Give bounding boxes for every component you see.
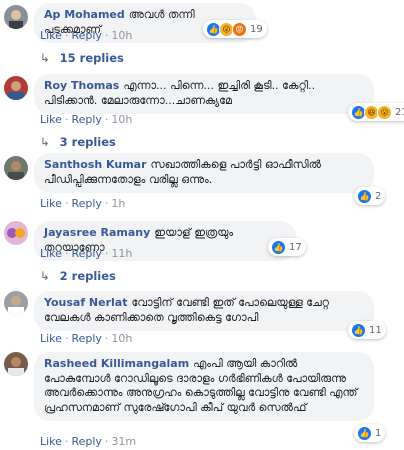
view-replies-link[interactable]: ↳ 3 replies bbox=[40, 135, 116, 149]
like-link[interactable]: Like bbox=[40, 435, 62, 448]
like-link[interactable]: Like bbox=[40, 247, 62, 260]
reply-link[interactable]: Reply bbox=[71, 435, 101, 448]
comment-bubble: Yousaf Nerlat വോട്ടിന് വേണ്ടി ഇത് പോലെയുള… bbox=[34, 291, 374, 331]
reaction-count: 17 bbox=[289, 241, 302, 253]
separator: · bbox=[104, 29, 109, 42]
like-reaction-icon: 👍 bbox=[357, 425, 372, 441]
separator: · bbox=[104, 435, 109, 448]
comment-actions: Like · Reply · 10h bbox=[40, 113, 132, 126]
comment-timestamp[interactable]: 1h bbox=[111, 197, 125, 210]
avatar[interactable] bbox=[4, 221, 28, 245]
separator: · bbox=[104, 197, 109, 210]
separator: · bbox=[104, 247, 109, 260]
separator: · bbox=[64, 197, 69, 210]
reaction-summary[interactable]: 👍 2 bbox=[354, 187, 386, 205]
replies-count: 3 replies bbox=[59, 135, 116, 149]
reaction-count: 21 bbox=[395, 106, 404, 118]
separator: · bbox=[64, 29, 69, 42]
angry-reaction-icon: 😡 bbox=[232, 21, 247, 37]
reply-link[interactable]: Reply bbox=[71, 113, 101, 126]
comment-timestamp[interactable]: 11h bbox=[111, 247, 132, 260]
comment-actions: Like · Reply · 10h bbox=[40, 332, 132, 345]
view-replies-link[interactable]: ↳ 15 replies bbox=[40, 51, 124, 65]
comment-author[interactable]: Jayasree Ramany bbox=[44, 226, 150, 239]
like-link[interactable]: Like bbox=[40, 197, 62, 210]
comment-timestamp[interactable]: 10h bbox=[111, 113, 132, 126]
separator: · bbox=[64, 113, 69, 126]
reply-arrow-icon: ↳ bbox=[40, 269, 50, 283]
view-replies-link[interactable]: ↳ 2 replies bbox=[40, 269, 116, 283]
reaction-summary[interactable]: 👍 1 bbox=[354, 424, 386, 442]
separator: · bbox=[104, 113, 109, 126]
reaction-count: 11 bbox=[369, 324, 382, 336]
separator: · bbox=[104, 332, 109, 345]
separator: · bbox=[64, 332, 69, 345]
reaction-summary[interactable]: 👍 😮 😡 19 bbox=[203, 20, 267, 38]
replies-count: 2 replies bbox=[59, 269, 116, 283]
comment-timestamp[interactable]: 10h bbox=[111, 332, 132, 345]
avatar[interactable] bbox=[4, 291, 28, 315]
reply-arrow-icon: ↳ bbox=[40, 135, 50, 149]
like-reaction-icon: 👍 bbox=[357, 188, 372, 204]
comment-timestamp[interactable]: 10h bbox=[111, 29, 132, 42]
comment-author[interactable]: Yousaf Nerlat bbox=[44, 296, 127, 309]
reaction-count: 19 bbox=[250, 23, 263, 35]
reply-arrow-icon: ↳ bbox=[40, 51, 50, 65]
avatar[interactable] bbox=[4, 156, 28, 180]
like-link[interactable]: Like bbox=[40, 113, 62, 126]
avatar[interactable] bbox=[4, 76, 28, 100]
avatar[interactable] bbox=[4, 352, 28, 376]
comment-actions: Like · Reply · 10h bbox=[40, 29, 132, 42]
comment-actions: Like · Reply · 31m bbox=[40, 435, 136, 448]
separator: · bbox=[64, 247, 69, 260]
reaction-count: 2 bbox=[375, 190, 382, 202]
comment-bubble: Rasheed Killimangalam എംപി ആയി കാറിൽ പോകു… bbox=[34, 352, 374, 421]
wow-reaction-icon: 😮 bbox=[377, 104, 392, 120]
like-link[interactable]: Like bbox=[40, 29, 62, 42]
like-reaction-icon: 👍 bbox=[271, 239, 286, 255]
comment-author[interactable]: Ap Mohamed bbox=[44, 8, 125, 21]
comment-actions: Like · Reply · 1h bbox=[40, 197, 125, 210]
comment-feed: Ap Mohamed അവൾ തന്നി പടക്കമാണ് 👍 😮 😡 19 L… bbox=[0, 0, 404, 450]
reaction-summary[interactable]: 👍 11 bbox=[348, 321, 386, 339]
like-reaction-icon: 👍 bbox=[351, 322, 366, 338]
avatar[interactable] bbox=[4, 5, 28, 29]
comment-bubble: Santhosh Kumar സഖാത്തികളെ പാർട്ടി ഓഫീസിൽ … bbox=[34, 153, 374, 193]
reaction-count: 1 bbox=[375, 427, 382, 439]
reply-link[interactable]: Reply bbox=[71, 197, 101, 210]
reply-link[interactable]: Reply bbox=[71, 332, 101, 345]
comment-author[interactable]: Santhosh Kumar bbox=[44, 158, 147, 171]
reply-link[interactable]: Reply bbox=[71, 29, 101, 42]
comment-bubble: Roy Thomas എന്നാ... പിന്നെ... ഇച്ചിരി കൂട… bbox=[34, 74, 374, 114]
like-link[interactable]: Like bbox=[40, 332, 62, 345]
separator: · bbox=[64, 435, 69, 448]
reply-link[interactable]: Reply bbox=[71, 247, 101, 260]
comment-author[interactable]: Rasheed Killimangalam bbox=[44, 357, 189, 370]
comment-timestamp[interactable]: 31m bbox=[111, 435, 136, 448]
replies-count: 15 replies bbox=[59, 51, 124, 65]
comment-actions: Like · Reply · 11h bbox=[40, 247, 132, 260]
reaction-summary[interactable]: 👍 17 bbox=[268, 238, 306, 256]
reaction-summary[interactable]: 👍 😆 😮 21 bbox=[348, 103, 404, 121]
comment-author[interactable]: Roy Thomas bbox=[44, 79, 119, 92]
